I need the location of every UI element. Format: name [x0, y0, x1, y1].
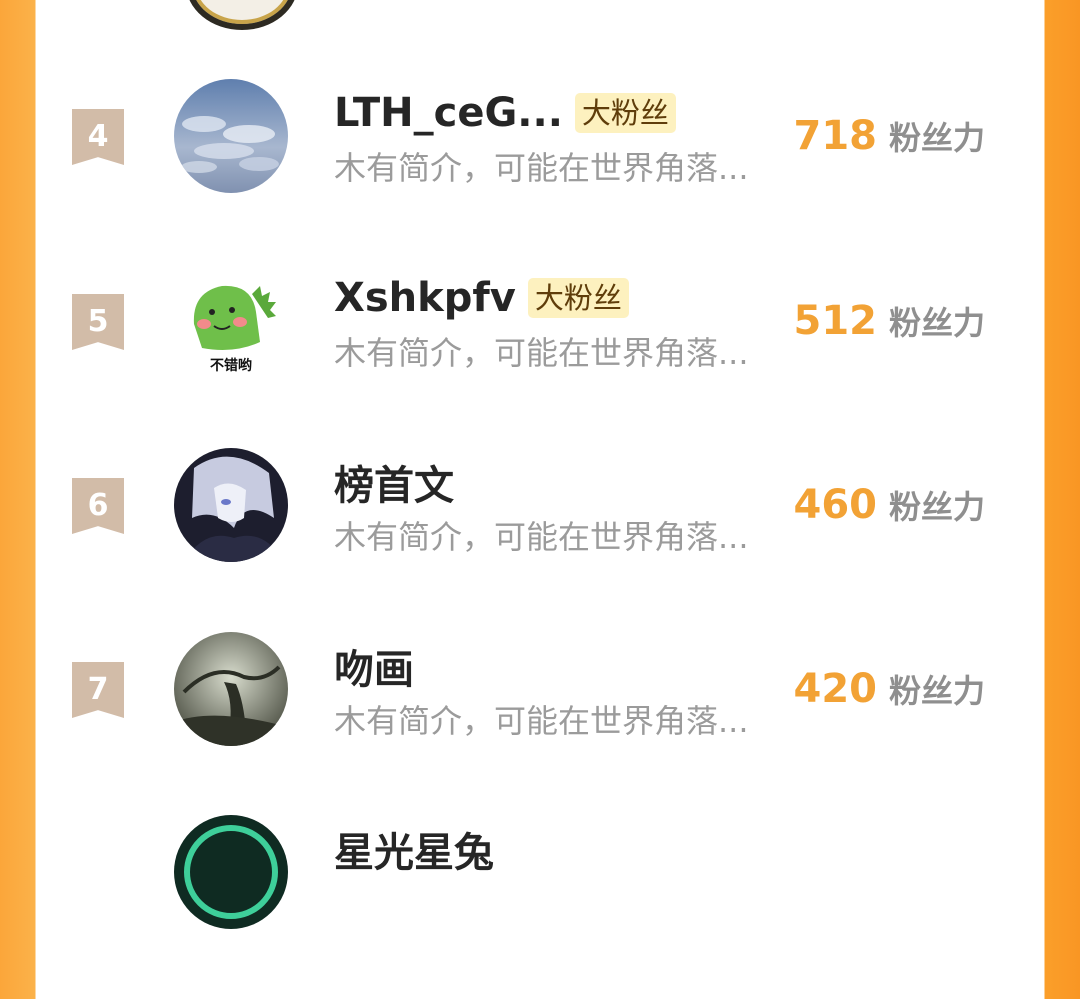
ranking-row[interactable]: 5 不错哟 Xshkpfv 大粉丝 木有简介，可能在世界角落... 512 粉丝… — [0, 264, 1080, 448]
rank-ribbon: 5 — [72, 294, 124, 350]
avatar[interactable] — [174, 632, 288, 746]
user-bio: 木有简介，可能在世界角落... — [334, 149, 749, 187]
fan-power-value: 718 — [793, 113, 877, 159]
ranking-row[interactable]: 7 吻画 木有简介，可能在世界角落... 420 粉丝力 — [0, 632, 1080, 816]
user-bio: 木有简介，可能在世界角落... — [334, 334, 749, 372]
fan-power-value: 512 — [793, 298, 877, 344]
avatar-caption: 不错哟 — [210, 357, 252, 374]
avatar[interactable] — [174, 448, 288, 562]
user-name[interactable]: 榜首文 — [334, 453, 454, 511]
rank-ribbon: 7 — [72, 662, 124, 718]
ranking-row[interactable]: 6 榜首文 木有简介，可能在世界角落... 460 粉丝力 — [0, 448, 1080, 632]
fan-power-unit: 粉丝力 — [888, 488, 985, 526]
user-name[interactable]: Xshkpfv — [334, 275, 516, 321]
avatar[interactable]: 不错哟 — [174, 264, 288, 378]
user-name[interactable]: 星光星兔 — [334, 820, 494, 878]
fan-power-unit: 粉丝力 — [888, 119, 985, 157]
rank-ribbon: 4 — [72, 109, 124, 165]
fan-level-badge: 大粉丝 — [527, 278, 629, 318]
user-name[interactable]: LTH_ceG... — [334, 90, 563, 136]
fan-power-value: 460 — [793, 482, 877, 528]
user-bio: 木有简介，可能在世界角落... — [334, 518, 749, 556]
fan-power-unit: 粉丝力 — [888, 672, 985, 710]
fan-power-unit: 粉丝力 — [888, 304, 985, 342]
avatar[interactable] — [174, 815, 288, 929]
ranking-row[interactable]: 4 LTH_ceG... 大粉丝 木有简介，可能在世界角落... 718 粉丝力 — [0, 79, 1080, 263]
avatar[interactable] — [174, 79, 288, 193]
fan-level-badge: 大粉丝 — [574, 93, 676, 133]
rank-ribbon: 6 — [72, 478, 124, 534]
user-name[interactable]: 吻画 — [334, 637, 414, 695]
user-bio: 木有简介，可能在世界角落... — [334, 702, 749, 740]
fan-power-value: 420 — [793, 666, 877, 712]
